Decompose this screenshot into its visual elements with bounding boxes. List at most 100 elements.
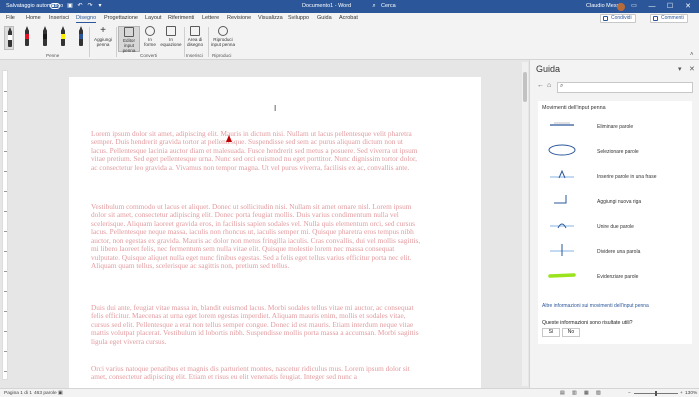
ink-editor-icon	[124, 27, 134, 37]
undo-icon[interactable]: ↶	[76, 2, 84, 10]
pen-black[interactable]	[40, 26, 50, 50]
ink-to-math-button[interactable]: In equazione	[160, 26, 182, 47]
scrollbar-thumb[interactable]	[523, 72, 527, 102]
zoom-slider-thumb[interactable]	[655, 391, 657, 396]
ink-to-shape-button[interactable]: In forme	[142, 26, 158, 47]
close-button[interactable]: ✕	[679, 0, 697, 13]
canvas-icon	[190, 26, 200, 36]
highlighter-yellow[interactable]	[58, 26, 68, 50]
more-info-link[interactable]: Altre informazioni sui movimenti dell'in…	[542, 303, 649, 309]
divider	[89, 27, 90, 57]
add-pen-button[interactable]: + Aggiungi penna	[92, 25, 114, 48]
tab-layout[interactable]: Layout	[145, 15, 162, 21]
math-icon	[166, 26, 176, 36]
tab-guida[interactable]: Guida	[317, 15, 332, 21]
search-icon[interactable]: ⌕	[370, 2, 378, 10]
avatar[interactable]	[617, 3, 625, 11]
document-page[interactable]: I Lorem ipsum dolor sit amet, adipiscing…	[69, 77, 481, 388]
tab-home[interactable]: Home	[26, 15, 41, 21]
no-button[interactable]: No	[562, 328, 580, 337]
split-gesture-icon	[550, 244, 574, 256]
group-label-inserisci: Inserisci	[186, 53, 203, 58]
paragraph[interactable]: Orci varius natoque penatibus et magnis …	[91, 364, 421, 382]
read-mode-icon[interactable]: ▥	[572, 391, 577, 396]
pen-blue[interactable]	[76, 26, 86, 50]
paragraph[interactable]: Lorem ipsum dolor sit amet, adipiscing e…	[91, 129, 421, 172]
tab-lettere[interactable]: Lettere	[202, 15, 219, 21]
list-item: Unire due parole	[542, 216, 688, 238]
tab-sviluppo[interactable]: Sviluppo	[288, 15, 309, 21]
caret-gesture-icon	[550, 169, 574, 179]
pen-white[interactable]	[4, 26, 14, 50]
home-icon[interactable]: ⌂	[547, 82, 551, 89]
pen-red[interactable]	[22, 26, 32, 50]
list-item: Eliminare parole	[542, 116, 688, 138]
ribbon-display-options-icon[interactable]: ▭	[630, 2, 638, 10]
close-pane-icon[interactable]: ✕	[689, 65, 695, 73]
paragraph[interactable]: Duis dui ante, feugiat vitae massa in, b…	[91, 303, 421, 346]
highlight-gesture-icon	[548, 273, 576, 278]
replay-icon	[218, 26, 228, 36]
list-item: Aggiungi nuova riga	[542, 191, 688, 213]
redo-icon[interactable]: ↷	[86, 2, 94, 10]
print-layout-icon[interactable]: ▦	[584, 391, 589, 396]
tab-progettazione[interactable]: Progettazione	[104, 15, 138, 21]
tab-revisione[interactable]: Revisione	[227, 15, 251, 21]
pane-options-icon[interactable]: ▾	[678, 65, 682, 73]
word-count[interactable]: 463 parole	[34, 391, 57, 396]
save-icon[interactable]: ▣	[66, 2, 74, 10]
maximize-button[interactable]: ☐	[661, 0, 679, 13]
minimize-button[interactable]: —	[643, 0, 661, 13]
search-box[interactable]: Cerca	[381, 3, 396, 9]
back-arrow-icon[interactable]: ←	[537, 82, 544, 89]
collapse-ribbon-icon[interactable]: ˄	[690, 52, 694, 58]
list-item: Selezionare parole	[542, 141, 688, 163]
ink-replay-button[interactable]: Riproduci input penna	[210, 26, 236, 47]
comments-button[interactable]: Commenti	[650, 14, 688, 23]
pane-navigation: ← ⌂ ⌕	[537, 82, 693, 93]
yes-button[interactable]: Sì	[542, 328, 560, 337]
list-item: Evidenziare parole	[542, 266, 688, 288]
proofing-icon[interactable]: ▣	[58, 391, 63, 396]
tab-disegno[interactable]: Disegno	[76, 15, 97, 23]
plus-icon: +	[100, 25, 106, 36]
focus-mode-icon[interactable]: ▤	[560, 391, 565, 396]
group-label-converti: Converti	[140, 53, 158, 58]
help-pane: Guida ▾ ✕ ← ⌂ ⌕ Movimenti dell'input pen…	[529, 60, 699, 388]
status-bar: Pagina 1 di 1 463 parole ▣ ▤ ▥ ▦ ▧ − + 1…	[0, 388, 699, 397]
shapes-icon	[145, 26, 155, 36]
share-button[interactable]: Condividi	[600, 14, 636, 23]
zoom-level[interactable]: 130%	[685, 391, 697, 396]
strikethrough-gesture-icon	[550, 122, 574, 126]
search-icon: ⌕	[560, 83, 564, 89]
tab-file[interactable]: File	[6, 15, 15, 21]
document-title: Documento1 - Word	[302, 3, 352, 9]
drawing-canvas-button[interactable]: Area di disegno	[186, 26, 204, 47]
newline-gesture-icon	[554, 195, 567, 204]
tab-inserisci[interactable]: Inserisci	[49, 15, 69, 21]
vertical-scrollbar[interactable]	[522, 62, 528, 386]
paragraph[interactable]: Vestibulum commodo ut lacus et aliquet. …	[91, 202, 421, 271]
ink-editor-button[interactable]: Editor input penna	[118, 26, 140, 53]
circle-gesture-icon	[548, 144, 576, 156]
zoom-in-icon[interactable]: +	[680, 391, 683, 396]
user-name[interactable]: Claudio Messi	[586, 3, 621, 9]
text-cursor-icon: I	[274, 104, 277, 113]
list-item: Inserire parole in una frase	[542, 166, 688, 188]
pane-title: Guida	[536, 64, 561, 74]
ink-caret-mark	[226, 135, 232, 142]
tab-riferimenti[interactable]: Riferimenti	[168, 15, 194, 21]
customize-quick-access-icon[interactable]: ▾	[96, 2, 104, 10]
feedback-question: Queste informazioni sono risultate utili…	[542, 320, 633, 326]
zoom-out-icon[interactable]: −	[628, 391, 631, 396]
tab-acrobat[interactable]: Acrobat	[339, 15, 358, 21]
autosave-toggle[interactable]	[50, 3, 60, 9]
group-label-riproduci: Riproduci	[212, 53, 232, 58]
divider	[208, 27, 209, 57]
web-layout-icon[interactable]: ▧	[596, 391, 601, 396]
section-title: Movimenti dell'input penna	[542, 105, 606, 111]
page-count[interactable]: Pagina 1 di 1	[4, 391, 32, 396]
tab-visualizza[interactable]: Visualizza	[258, 15, 283, 21]
pane-search-input[interactable]	[557, 82, 693, 93]
vertical-ruler	[2, 70, 8, 380]
